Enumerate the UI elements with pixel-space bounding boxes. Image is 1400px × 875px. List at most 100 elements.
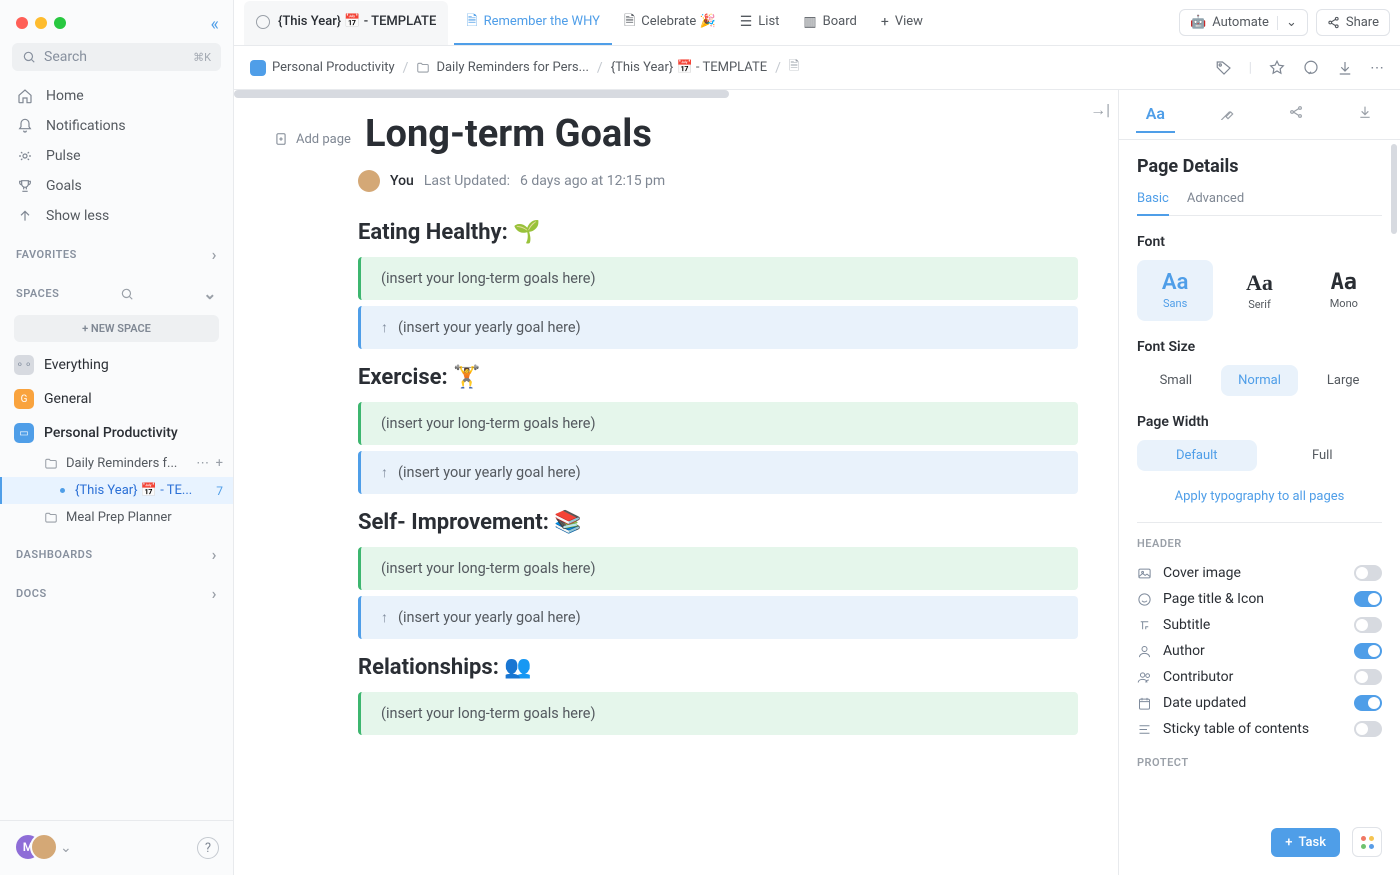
star-icon[interactable] <box>1268 59 1286 77</box>
section-heading[interactable]: Exercise: 🏋️ <box>358 365 1078 390</box>
horizontal-scrollbar[interactable] <box>234 90 729 98</box>
nav-notifications[interactable]: Notifications <box>0 111 233 141</box>
toggle-switch[interactable] <box>1354 591 1382 607</box>
longterm-goal-block[interactable]: (insert your long-term goals here) <box>358 257 1078 300</box>
sidebar-item-this-year[interactable]: {This Year} 📅 - TE...7 <box>0 477 233 504</box>
item-actions[interactable]: ⋯ + <box>196 456 223 471</box>
longterm-goal-block[interactable]: (insert your long-term goals here) <box>358 402 1078 445</box>
add-page-button[interactable]: Add page <box>274 132 351 147</box>
toggle-switch[interactable] <box>1354 643 1382 659</box>
panel-tab-export[interactable] <box>1347 96 1383 133</box>
nav-pulse[interactable]: Pulse <box>0 141 233 171</box>
yearly-goal-block[interactable]: ↑(insert your yearly goal here) <box>358 596 1078 639</box>
search-icon[interactable] <box>120 287 134 301</box>
comment-icon[interactable] <box>1302 59 1320 77</box>
updated-label: Last Updated: <box>424 173 510 189</box>
chevron-down-icon[interactable]: ⌄ <box>60 840 72 856</box>
tab-add-view[interactable]: +View <box>869 1 935 45</box>
tag-icon[interactable] <box>1215 59 1233 77</box>
item-count: 7 <box>216 484 223 498</box>
toggle-switch[interactable] <box>1354 695 1382 711</box>
longterm-goal-block[interactable]: (insert your long-term goals here) <box>358 547 1078 590</box>
tab-main[interactable]: {This Year} 📅 - TEMPLATE <box>244 1 448 45</box>
folder-icon <box>44 457 58 471</box>
longterm-goal-block[interactable]: (insert your long-term goals here) <box>358 692 1078 735</box>
font-mono[interactable]: AaMono <box>1306 260 1382 321</box>
new-task-button[interactable]: +Task <box>1271 828 1340 857</box>
toggle-cover-image: Cover image <box>1137 560 1382 586</box>
help-button[interactable]: ? <box>197 837 219 859</box>
board-icon: ▥ <box>803 14 816 30</box>
space-personal-productivity[interactable]: ▭Personal Productivity <box>0 416 233 450</box>
width-default[interactable]: Default <box>1137 440 1257 471</box>
nav-show-less[interactable]: Show less <box>0 201 233 231</box>
tab-remember-why[interactable]: 🗎Remember the WHY <box>454 1 612 45</box>
share-button[interactable]: Share <box>1316 9 1390 36</box>
sidebar-collapse-icon[interactable]: « <box>211 14 219 35</box>
subtab-basic[interactable]: Basic <box>1137 191 1169 216</box>
subtab-advanced[interactable]: Advanced <box>1187 191 1244 215</box>
panel-tab-typography[interactable]: Aa <box>1136 96 1175 133</box>
section-heading[interactable]: Self- Improvement: 📚 <box>358 510 1078 535</box>
search-input[interactable]: Search ⌘K <box>12 43 221 71</box>
apps-button[interactable] <box>1352 827 1382 857</box>
panel-tab-edit[interactable] <box>1208 96 1244 133</box>
breadcrumb-list[interactable]: {This Year} 📅 - TEMPLATE <box>611 60 767 75</box>
toggle-sticky-toc: Sticky table of contents <box>1137 716 1382 742</box>
size-small[interactable]: Small <box>1137 365 1215 396</box>
toggle-switch[interactable] <box>1354 669 1382 685</box>
apps-icon <box>1361 836 1374 849</box>
space-general[interactable]: GGeneral <box>0 382 233 416</box>
header-category: HEADER <box>1137 537 1382 550</box>
updated-value: 6 days ago at 12:15 pm <box>520 173 665 189</box>
window-close[interactable] <box>16 17 28 29</box>
tab-celebrate[interactable]: 🗎Celebrate 🎉 <box>612 1 728 45</box>
toc-icon <box>1137 722 1153 737</box>
size-normal[interactable]: Normal <box>1221 365 1299 396</box>
width-full[interactable]: Full <box>1263 440 1383 471</box>
window-minimize[interactable] <box>35 17 47 29</box>
apply-typography-link[interactable]: Apply typography to all pages <box>1137 489 1382 504</box>
window-maximize[interactable] <box>54 17 66 29</box>
page-title[interactable]: Long-term Goals <box>365 112 652 156</box>
favorites-header[interactable]: FAVORITES› <box>0 231 233 270</box>
docs-header[interactable]: DOCS› <box>0 570 233 609</box>
yearly-goal-block[interactable]: ↑(insert your yearly goal here) <box>358 451 1078 494</box>
dashboards-header[interactable]: DASHBOARDS› <box>0 531 233 570</box>
panel-tab-relations[interactable] <box>1278 96 1314 133</box>
toggle-switch[interactable] <box>1354 617 1382 633</box>
section-heading[interactable]: Eating Healthy: 🌱 <box>358 220 1078 245</box>
sidebar-item-meal-prep[interactable]: Meal Prep Planner <box>0 504 233 531</box>
more-icon[interactable]: ⋯ <box>1370 60 1384 76</box>
breadcrumb-space[interactable]: Personal Productivity <box>250 60 395 76</box>
size-large[interactable]: Large <box>1304 365 1382 396</box>
breadcrumb-doc[interactable]: 🗎 <box>789 57 799 79</box>
toggle-switch[interactable] <box>1354 721 1382 737</box>
search-placeholder: Search <box>44 49 87 65</box>
panel-collapse-icon[interactable]: →| <box>1090 100 1110 120</box>
font-serif[interactable]: AaSerif <box>1221 260 1297 321</box>
font-sans[interactable]: AaSans <box>1137 260 1213 321</box>
automate-button[interactable]: 🤖Automate⌄ <box>1179 9 1308 36</box>
panel-scrollbar[interactable] <box>1391 144 1397 234</box>
sidebar-item-daily-reminders[interactable]: Daily Reminders f...⋯ + <box>0 450 233 477</box>
space-everything[interactable]: ⚬⚬Everything <box>0 348 233 382</box>
new-space-button[interactable]: + NEW SPACE <box>14 315 219 342</box>
user-avatars[interactable]: M <box>14 833 54 863</box>
list-icon: ☰ <box>740 14 753 30</box>
nav-goals[interactable]: Goals <box>0 171 233 201</box>
chevron-right-icon: › <box>212 245 217 264</box>
avatar <box>30 833 58 861</box>
toggle-switch[interactable] <box>1354 565 1382 581</box>
download-icon[interactable] <box>1336 59 1354 77</box>
breadcrumb-folder[interactable]: Daily Reminders for Pers... <box>416 60 588 75</box>
nav-home[interactable]: Home <box>0 81 233 111</box>
chevron-down-icon[interactable]: ⌄ <box>203 284 217 303</box>
tab-list[interactable]: ☰List <box>728 1 792 45</box>
plus-icon: + <box>881 14 889 30</box>
yearly-goal-block[interactable]: ↑(insert your yearly goal here) <box>358 306 1078 349</box>
document-area[interactable]: →| Add page Long-term Goals You Last Upd… <box>234 90 1118 875</box>
tab-board[interactable]: ▥Board <box>791 1 868 45</box>
section-heading[interactable]: Relationships: 👥 <box>358 655 1078 680</box>
spaces-header[interactable]: SPACES⌄ <box>0 270 233 309</box>
